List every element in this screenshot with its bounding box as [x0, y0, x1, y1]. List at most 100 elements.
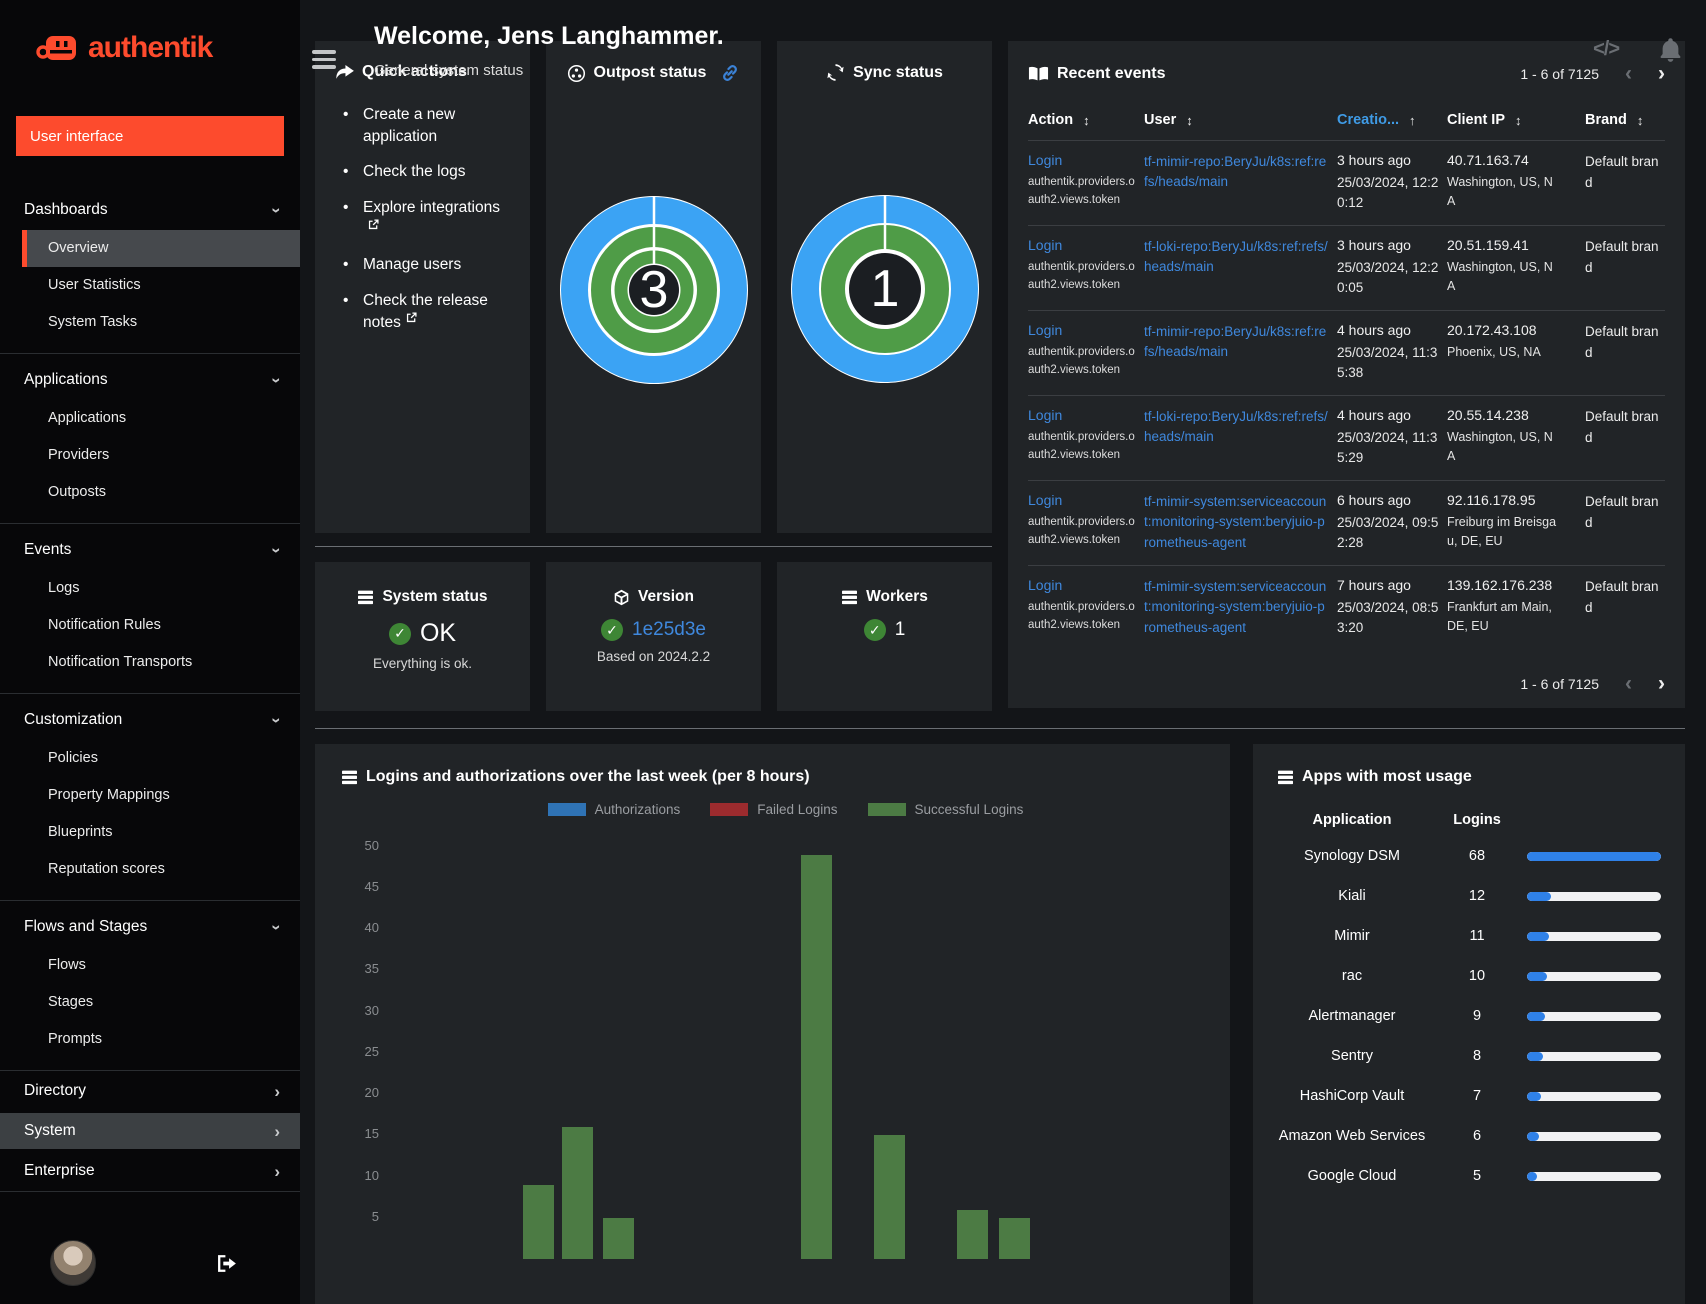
event-clientip-cell: 20.51.159.41 Washington, US, NA: [1447, 237, 1577, 299]
chart-bar: [957, 1209, 989, 1259]
avatar[interactable]: [50, 1240, 96, 1286]
sidebar-section: Applications › Applications Providers Ou…: [0, 353, 300, 523]
event-action-link[interactable]: Login: [1028, 407, 1136, 423]
table-row: Login authentik.providers.oauth2.views.t…: [1028, 225, 1665, 310]
quick-action-link[interactable]: Check the logs: [341, 154, 510, 190]
sidebar-item-label: User Statistics: [48, 277, 141, 293]
sidebar-item[interactable]: Overview: [22, 230, 300, 267]
bell-icon[interactable]: [1657, 36, 1684, 63]
sidebar-item[interactable]: Blueprints: [0, 814, 300, 851]
sidebar-section-header[interactable]: System ›: [0, 1113, 300, 1149]
event-brand: Default brand: [1585, 324, 1659, 360]
sidebar-item[interactable]: Reputation scores: [0, 851, 300, 888]
app-name: Mimir: [1334, 928, 1370, 944]
sidebar-item[interactable]: Notification Transports: [0, 644, 300, 681]
events-column-header[interactable]: User ↕: [1144, 112, 1329, 128]
app-usage-bar: [1527, 1172, 1661, 1181]
sidebar-item[interactable]: Prompts: [0, 1021, 300, 1058]
link-icon[interactable]: [720, 63, 740, 83]
sidebar-item[interactable]: Outposts: [0, 474, 300, 511]
workers-card: Workers ✓ 1: [777, 562, 992, 711]
sidebar-section-label: Dashboards: [24, 201, 108, 218]
table-row: Login authentik.providers.oauth2.views.t…: [1028, 480, 1665, 565]
event-user-link[interactable]: tf-mimir-repo:BeryJu/k8s:ref:refs/heads/…: [1144, 152, 1329, 214]
outpost-icon: [567, 64, 585, 82]
event-clientip-cell: 40.71.163.74 Washington, US, NA: [1447, 152, 1577, 214]
quick-action-link[interactable]: Manage users: [341, 247, 510, 283]
app-usage-row: Sentry 8: [1277, 1042, 1661, 1082]
event-action-link[interactable]: Login: [1028, 577, 1136, 593]
pagination-label: 1 - 6 of 7125: [1520, 675, 1599, 692]
sidebar-item[interactable]: Stages: [0, 984, 300, 1021]
sidebar-section-label: Enterprise: [24, 1162, 95, 1179]
events-column-header[interactable]: Brand ↕: [1585, 112, 1665, 128]
version-link[interactable]: 1e25d3e: [632, 619, 706, 641]
sidebar-section-items: Applications Providers Outposts: [0, 400, 300, 511]
event-action-link[interactable]: Login: [1028, 152, 1136, 168]
sidebar-section-header[interactable]: Enterprise ›: [0, 1153, 300, 1189]
sidebar-section-header[interactable]: Applications ›: [0, 362, 300, 398]
app-usage-bar: [1527, 972, 1661, 981]
sidebar-section: Dashboards › Overview User Statistics Sy…: [0, 184, 300, 353]
sidebar-item[interactable]: System Tasks: [0, 304, 300, 341]
sidebar-section-header[interactable]: Dashboards ›: [0, 192, 300, 228]
server-icon: [842, 590, 858, 604]
quick-action-link[interactable]: Check the release notes: [341, 283, 510, 340]
event-action-link[interactable]: Login: [1028, 322, 1136, 338]
chevron-right-icon[interactable]: ›: [1658, 63, 1665, 84]
quick-action-link[interactable]: Create a new application: [341, 97, 510, 154]
sidebar-item[interactable]: Providers: [0, 437, 300, 474]
divider: [315, 546, 992, 547]
app-usage-bar-fill: [1527, 1052, 1543, 1061]
app-usage-row: Amazon Web Services 6: [1277, 1122, 1661, 1162]
user-interface-button[interactable]: User interface: [16, 116, 284, 156]
sidebar-item[interactable]: Applications: [0, 400, 300, 437]
sidebar-section-header[interactable]: Directory ›: [0, 1073, 300, 1109]
sidebar-item-label: Notification Transports: [48, 654, 193, 670]
chart-ytick: 50: [364, 837, 379, 853]
chevron-right-icon[interactable]: ›: [1658, 673, 1665, 694]
table-row: Login authentik.providers.oauth2.views.t…: [1028, 395, 1665, 480]
check-circle-icon: ✓: [388, 622, 411, 645]
sidebar-item[interactable]: User Statistics: [0, 267, 300, 304]
sidebar-section-header[interactable]: Flows and Stages ›: [0, 909, 300, 945]
legend-item: Failed Logins: [710, 802, 838, 817]
sidebar-item[interactable]: Policies: [0, 740, 300, 777]
app-usage-bar-fill: [1527, 1012, 1545, 1021]
events-column-header[interactable]: Client IP ↕: [1447, 112, 1577, 128]
sidebar-section: Flows and Stages › Flows Stages Prompts: [0, 900, 300, 1070]
sidebar-item[interactable]: Notification Rules: [0, 607, 300, 644]
authentik-logo-icon: [36, 36, 76, 60]
code-icon[interactable]: </>: [1593, 38, 1620, 61]
event-user-link[interactable]: tf-loki-repo:BeryJu/k8s:ref:refs/heads/m…: [1144, 407, 1329, 469]
sidebar-section-header[interactable]: Events ›: [0, 532, 300, 568]
chevron-left-icon[interactable]: ‹: [1625, 63, 1632, 84]
events-column-header[interactable]: Creatio... ↑: [1337, 112, 1439, 128]
event-user-link[interactable]: tf-mimir-system:serviceaccount:monitorin…: [1144, 492, 1329, 554]
sidebar-section-items: Policies Property Mappings Blueprints Re…: [0, 740, 300, 888]
event-datetime: 25/03/2024, 09:52:28: [1337, 515, 1439, 551]
events-column-header[interactable]: Action ↕: [1028, 112, 1136, 128]
quick-action-label: Explore integrations: [363, 199, 500, 217]
system-status-card: System status ✓ OK Everything is ok.: [315, 562, 530, 711]
quick-action-link[interactable]: Explore integrations: [341, 190, 510, 247]
logins-chart-title-row: Logins and authorizations over the last …: [341, 768, 1230, 786]
chart-ytick: 10: [364, 1167, 379, 1183]
event-user-link[interactable]: tf-mimir-repo:BeryJu/k8s:ref:refs/heads/…: [1144, 322, 1329, 384]
sidebar-section-header[interactable]: Customization ›: [0, 702, 300, 738]
event-action-link[interactable]: Login: [1028, 237, 1136, 253]
sidebar-item[interactable]: Property Mappings: [0, 777, 300, 814]
sidebar-item-label: Logs: [48, 580, 80, 596]
authentik-logo[interactable]: authentik: [0, 0, 300, 66]
sidebar-item[interactable]: Logs: [0, 570, 300, 607]
logins-chart-title: Logins and authorizations over the last …: [366, 768, 810, 785]
sidebar-item[interactable]: Flows: [0, 947, 300, 984]
app-usage-bar: [1527, 1012, 1661, 1021]
hamburger-menu-icon[interactable]: [308, 42, 340, 77]
event-action-link[interactable]: Login: [1028, 492, 1136, 508]
chevron-left-icon[interactable]: ‹: [1625, 673, 1632, 694]
event-user-link[interactable]: tf-loki-repo:BeryJu/k8s:ref:refs/heads/m…: [1144, 237, 1329, 299]
sort-icon: ↕: [1083, 112, 1090, 128]
logout-icon[interactable]: [217, 1254, 238, 1273]
event-user-link[interactable]: tf-mimir-system:serviceaccount:monitorin…: [1144, 577, 1329, 639]
